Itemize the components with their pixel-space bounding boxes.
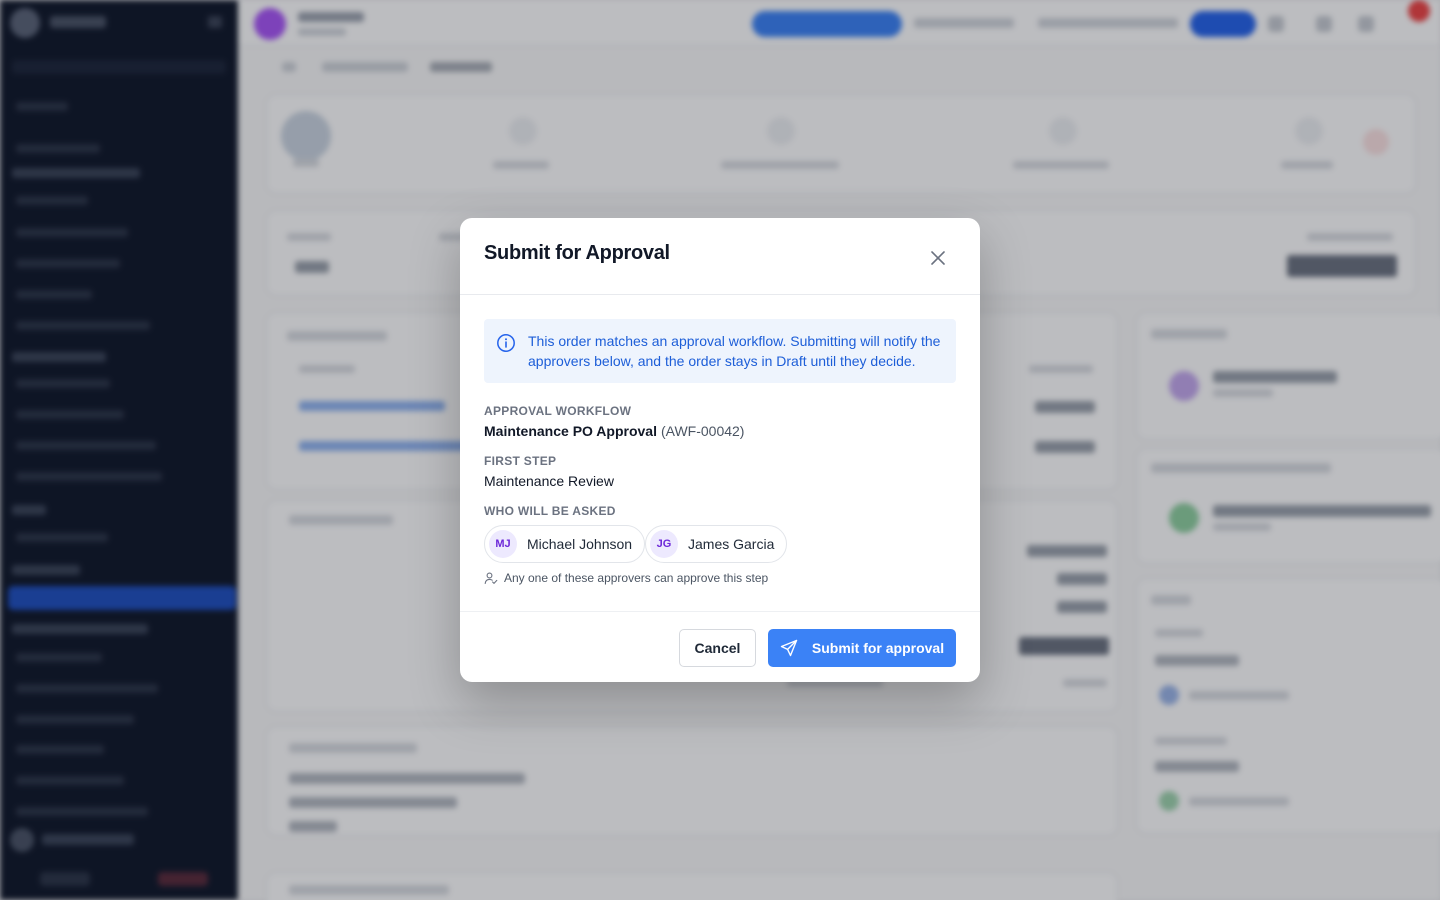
- submit-for-approval-button[interactable]: Submit for approval: [768, 629, 956, 667]
- send-icon: [780, 639, 798, 657]
- workflow-label: APPROVAL WORKFLOW: [484, 404, 632, 418]
- info-text: This order matches an approval workflow.…: [528, 333, 941, 369]
- approver-name: Michael Johnson: [527, 536, 633, 552]
- close-icon: [931, 251, 945, 265]
- avatar: JG: [650, 530, 678, 558]
- approver-name: James Garcia: [688, 536, 775, 552]
- approver-chip: JG James Garcia: [645, 525, 788, 563]
- cancel-button[interactable]: Cancel: [679, 629, 756, 667]
- first-step-label: FIRST STEP: [484, 454, 557, 468]
- submit-button-label: Submit for approval: [811, 640, 945, 656]
- first-step-value: Maintenance Review: [484, 473, 614, 489]
- submit-approval-dialog: Submit for Approval This order matches a…: [460, 218, 980, 682]
- workflow-code: (AWF-00042): [660, 423, 745, 439]
- dialog-title: Submit for Approval: [484, 242, 670, 264]
- approver-hint: Any one of these approvers can approve t…: [484, 571, 768, 585]
- approver-chip: MJ Michael Johnson: [484, 525, 646, 563]
- dialog-footer: Cancel Submit for approval: [460, 611, 980, 682]
- dialog-header: Submit for Approval: [460, 218, 980, 295]
- approver-hint-text: Any one of these approvers can approve t…: [504, 571, 769, 585]
- avatar: MJ: [489, 530, 517, 558]
- info-icon: [497, 334, 515, 352]
- user-check-icon: [484, 572, 498, 585]
- info-banner: This order matches an approval workflow.…: [484, 319, 956, 383]
- workflow-name: Maintenance PO Approval: [484, 423, 657, 439]
- close-button[interactable]: [924, 244, 952, 272]
- workflow-value: Maintenance PO Approval (AWF-00042): [484, 423, 744, 439]
- approvers-label: WHO WILL BE ASKED: [484, 504, 616, 518]
